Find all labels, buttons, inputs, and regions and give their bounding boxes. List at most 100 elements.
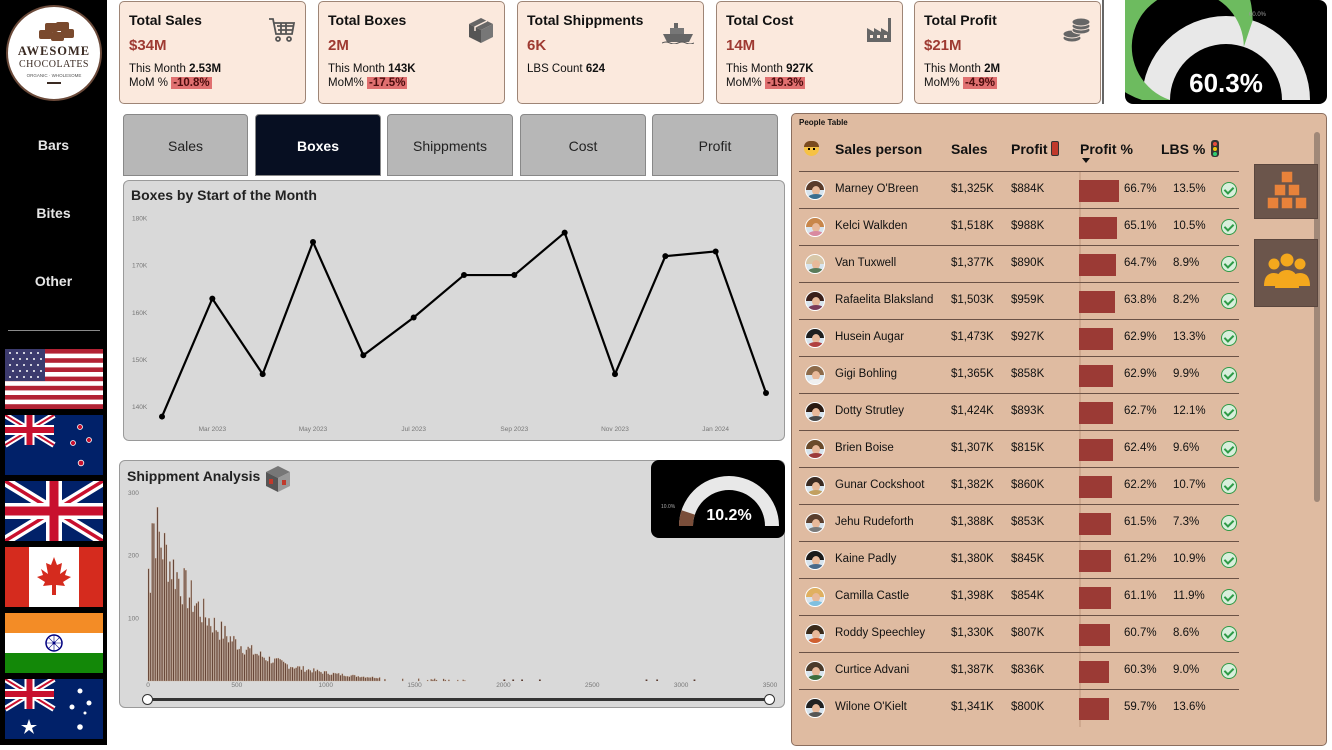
cell-lbs-pct: 8.6% — [1173, 627, 1200, 639]
cell-sales: $1,473K — [951, 331, 994, 343]
histogram-bar — [201, 622, 203, 682]
data-point[interactable] — [712, 248, 719, 255]
histogram-bar — [194, 605, 196, 682]
cell-sales: $1,424K — [951, 405, 994, 417]
table-row[interactable]: Gunar Cockshoot $1,382K $860K 62.2% 10.7% — [799, 467, 1239, 505]
brand-tagline: ORGANIC · WHOLESOME — [26, 73, 82, 78]
col-header-lbs-pct[interactable]: LBS % — [1161, 141, 1205, 157]
table-row[interactable]: Van Tuxwell $1,377K $890K 64.7% 8.9% — [799, 245, 1239, 283]
histogram-bar — [368, 677, 370, 682]
gauge-target-label: 10.0% — [661, 504, 676, 510]
histogram-bar — [281, 660, 283, 682]
data-point[interactable] — [310, 239, 316, 246]
usa-flag[interactable] — [5, 349, 103, 409]
coins-icon — [1061, 16, 1091, 49]
histogram-bar — [195, 603, 198, 682]
range-slider-handle-min[interactable] — [142, 694, 153, 705]
cell-lbs-pct: 9.0% — [1173, 664, 1200, 676]
table-row[interactable]: Camilla Castle $1,398K $854K 61.1% 11.9% — [799, 578, 1239, 616]
col-header-salesperson[interactable]: Sales person — [835, 141, 922, 157]
cell-sales: $1,388K — [951, 516, 994, 528]
data-point[interactable] — [159, 413, 165, 420]
table-row[interactable]: Husein Augar $1,473K $927K 62.9% 13.3% — [799, 319, 1239, 357]
col-header-profit[interactable]: Profit — [1011, 141, 1048, 157]
col-header-profit-pct[interactable]: Profit % — [1080, 141, 1133, 157]
kpi-line1-value: 927K — [786, 63, 814, 75]
boxes-series-line — [160, 230, 768, 417]
y-tick-label: 180K — [132, 215, 148, 222]
cell-name: Roddy Speechley — [835, 627, 926, 639]
nav-item-bites[interactable]: Bites — [0, 205, 107, 221]
data-point[interactable] — [662, 253, 669, 260]
data-point[interactable] — [209, 295, 216, 302]
data-point[interactable] — [410, 314, 417, 321]
histogram-bar — [268, 656, 271, 682]
cell-name: Gigi Bohling — [835, 368, 898, 380]
table-row[interactable]: Jehu Rudeforth $1,388K $853K 61.5% 7.3% — [799, 504, 1239, 542]
tab-cost[interactable]: Cost — [520, 114, 646, 176]
histogram-bar — [243, 654, 246, 682]
x-tick-label: 1000 — [318, 682, 333, 689]
data-point[interactable] — [511, 272, 518, 279]
canada-flag[interactable] — [5, 547, 103, 607]
ship-icon — [661, 22, 695, 49]
histogram-bar — [167, 581, 169, 682]
cell-lbs-pct: 9.9% — [1173, 368, 1200, 380]
cell-name: Kaine Padly — [835, 553, 897, 565]
table-row[interactable]: Roddy Speechley $1,330K $807K 60.7% 8.6% — [799, 615, 1239, 653]
histogram-bar — [538, 679, 541, 681]
data-point[interactable] — [461, 272, 467, 279]
tab-sales[interactable]: Sales — [123, 114, 248, 176]
table-row[interactable]: Dotty Strutley $1,424K $893K 62.7% 12.1% — [799, 393, 1239, 431]
australia-flag[interactable] — [5, 679, 103, 739]
boxes-view-button[interactable] — [1254, 164, 1318, 219]
col-header-sales[interactable]: Sales — [951, 141, 988, 157]
data-point[interactable] — [612, 371, 618, 378]
uk-flag[interactable] — [5, 481, 103, 541]
table-row[interactable]: Brien Boise $1,307K $815K 62.4% 9.6% — [799, 430, 1239, 468]
histogram-bar — [316, 669, 319, 682]
people-view-button[interactable] — [1254, 239, 1318, 307]
tab-shippments[interactable]: Shippments — [387, 114, 513, 176]
range-slider-track[interactable] — [148, 698, 770, 701]
histogram-bar — [222, 638, 224, 682]
cell-profit: $854K — [1011, 590, 1045, 602]
histogram-bar — [186, 607, 189, 682]
new-zealand-flag[interactable] — [5, 415, 103, 475]
table-row[interactable]: Curtice Advani $1,387K $836K 60.3% 9.0% — [799, 652, 1239, 690]
gauge-target-label: 60.0% — [1249, 12, 1267, 18]
table-row[interactable]: Wilone O'Kielt $1,341K $800K 59.7% 13.6% — [799, 689, 1239, 727]
avatar — [805, 587, 825, 607]
nav-item-bars[interactable]: Bars — [0, 137, 107, 153]
kpi-mom-badge: -19.3% — [764, 77, 806, 89]
table-row[interactable]: Kelci Walkden $1,518K $988K 65.1% 10.5% — [799, 208, 1239, 246]
data-point[interactable] — [259, 371, 266, 378]
histogram-bar — [270, 663, 272, 682]
india-flag[interactable] — [5, 613, 103, 673]
histogram-bar — [172, 559, 175, 682]
cell-profit-pct: 62.4% — [1124, 442, 1157, 454]
avatar — [805, 550, 825, 570]
table-row[interactable]: Rafaelita Blaksland $1,503K $959K 63.8% 8.2% — [799, 282, 1239, 320]
histogram-bar — [210, 625, 212, 682]
histogram-bar — [384, 678, 386, 682]
histogram-bar — [169, 561, 171, 682]
histogram-bar — [277, 657, 280, 682]
table-row[interactable]: Gigi Bohling $1,365K $858K 62.9% 9.9% — [799, 356, 1239, 394]
nav-item-other[interactable]: Other — [0, 273, 107, 289]
y-tick-label: 150K — [132, 357, 148, 364]
histogram-bar — [290, 666, 292, 682]
data-point[interactable] — [360, 352, 367, 359]
data-point[interactable] — [561, 229, 568, 236]
data-point[interactable] — [763, 389, 769, 396]
histogram-bar — [261, 656, 264, 682]
table-row[interactable]: Marney O'Breen $1,325K $884K 66.7% 13.5% — [799, 171, 1239, 209]
tab-boxes[interactable]: Boxes — [255, 114, 381, 176]
table-row[interactable]: Kaine Padly $1,380K $845K 61.2% 10.9% — [799, 541, 1239, 579]
range-slider-handle-max[interactable] — [764, 694, 775, 705]
tab-profit[interactable]: Profit — [652, 114, 778, 176]
cell-sales: $1,307K — [951, 442, 994, 454]
cell-lbs-pct: 13.6% — [1173, 701, 1206, 713]
histogram-bar — [348, 676, 351, 682]
kpi-line2-label: MoM % — [129, 77, 168, 89]
